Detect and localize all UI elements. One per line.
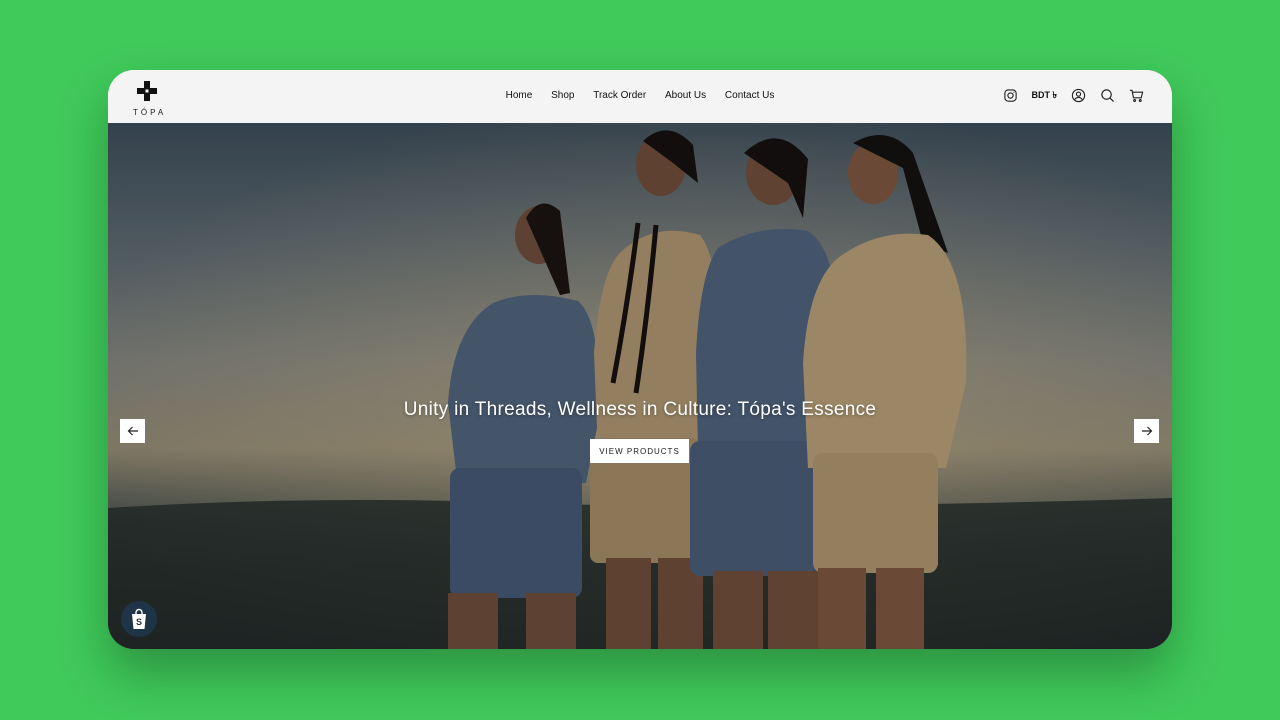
hero-image <box>108 123 1172 649</box>
svg-text:S: S <box>136 617 142 627</box>
browser-window: TÓPA Home Shop Track Order About Us Cont… <box>108 70 1172 649</box>
account-icon[interactable] <box>1071 88 1086 103</box>
shopify-bag-icon: S <box>132 608 146 629</box>
shopify-badge[interactable]: S <box>121 601 157 637</box>
nav-contact-us[interactable]: Contact Us <box>725 90 774 101</box>
logo-text: TÓPA <box>133 108 167 117</box>
slider-next-button[interactable] <box>1134 419 1159 443</box>
site-header: TÓPA Home Shop Track Order About Us Cont… <box>108 70 1172 123</box>
search-icon[interactable] <box>1100 88 1115 103</box>
view-products-button[interactable]: VIEW PRODUCTS <box>590 439 689 463</box>
header-icons: BDT ৳ <box>1003 88 1144 103</box>
arrow-right-icon <box>1141 426 1152 436</box>
arrow-left-icon <box>127 426 138 436</box>
nav-track-order[interactable]: Track Order <box>593 90 646 101</box>
slider-prev-button[interactable] <box>120 419 145 443</box>
hero-banner: Unity in Threads, Wellness in Culture: T… <box>108 123 1172 649</box>
currency-selector[interactable]: BDT ৳ <box>1032 88 1057 103</box>
cart-icon[interactable] <box>1129 88 1144 103</box>
nav-home[interactable]: Home <box>506 90 533 101</box>
instagram-icon[interactable] <box>1003 88 1018 103</box>
nav-shop[interactable]: Shop <box>551 90 574 101</box>
hero-headline: Unity in Threads, Wellness in Culture: T… <box>403 399 877 420</box>
nav-about-us[interactable]: About Us <box>665 90 706 101</box>
